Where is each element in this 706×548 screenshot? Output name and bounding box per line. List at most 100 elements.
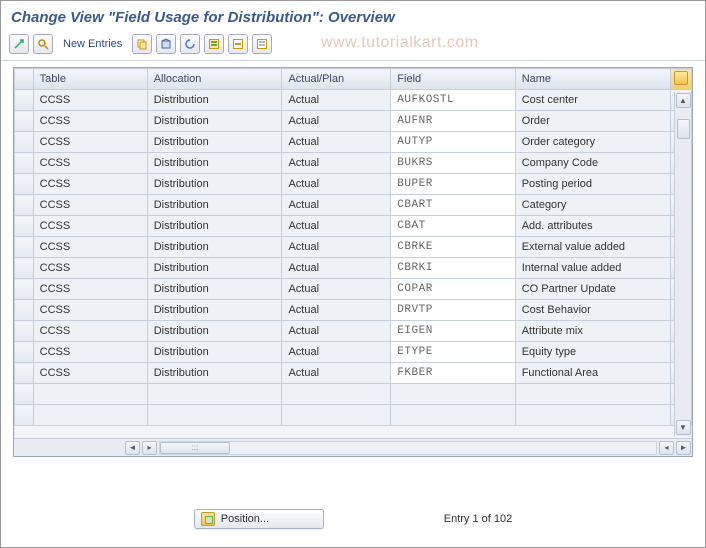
cell-empty[interactable] xyxy=(33,405,147,426)
cell-name[interactable]: Cost center xyxy=(515,90,671,111)
scroll-left-button[interactable]: ◄ xyxy=(125,441,140,455)
cell-actual-plan[interactable]: Actual xyxy=(282,342,391,363)
cell-allocation[interactable]: Distribution xyxy=(147,321,282,342)
cell-empty[interactable] xyxy=(147,405,282,426)
row-selector[interactable] xyxy=(15,195,34,216)
cell-table[interactable]: CCSS xyxy=(33,216,147,237)
cell-allocation[interactable]: Distribution xyxy=(147,279,282,300)
cell-field[interactable]: DRVTP xyxy=(391,300,515,321)
cell-field[interactable]: CBRKI xyxy=(391,258,515,279)
cell-table[interactable]: CCSS xyxy=(33,195,147,216)
cell-actual-plan[interactable]: Actual xyxy=(282,132,391,153)
cell-field[interactable]: CBAT xyxy=(391,216,515,237)
cell-name[interactable]: Equity type xyxy=(515,342,671,363)
cell-field[interactable]: FKBER xyxy=(391,363,515,384)
row-selector-header[interactable] xyxy=(15,69,34,90)
cell-name[interactable]: CO Partner Update xyxy=(515,279,671,300)
cell-field[interactable]: ETYPE xyxy=(391,342,515,363)
horizontal-scrollbar[interactable]: ◄ ▸ ::: ◂ ► xyxy=(14,438,692,456)
row-selector[interactable] xyxy=(15,279,34,300)
cell-allocation[interactable]: Distribution xyxy=(147,216,282,237)
cell-allocation[interactable]: Distribution xyxy=(147,153,282,174)
cell-table[interactable]: CCSS xyxy=(33,174,147,195)
cell-actual-plan[interactable]: Actual xyxy=(282,216,391,237)
scroll-left2-button[interactable]: ▸ xyxy=(142,441,157,455)
cell-allocation[interactable]: Distribution xyxy=(147,237,282,258)
cell-table[interactable]: CCSS xyxy=(33,90,147,111)
horizontal-scroll-track[interactable]: ::: xyxy=(159,441,657,455)
select-block-button[interactable] xyxy=(228,34,248,54)
cell-allocation[interactable]: Distribution xyxy=(147,342,282,363)
delete-button[interactable] xyxy=(156,34,176,54)
row-selector[interactable] xyxy=(15,363,34,384)
cell-field[interactable]: BUKRS xyxy=(391,153,515,174)
cell-table[interactable]: CCSS xyxy=(33,153,147,174)
cell-table[interactable]: CCSS xyxy=(33,237,147,258)
cell-name[interactable]: External value added xyxy=(515,237,671,258)
cell-field[interactable]: AUFKOSTL xyxy=(391,90,515,111)
cell-actual-plan[interactable]: Actual xyxy=(282,258,391,279)
cell-allocation[interactable]: Distribution xyxy=(147,258,282,279)
col-header-name[interactable]: Name xyxy=(515,69,671,90)
cell-empty[interactable] xyxy=(391,384,515,405)
scroll-right-button[interactable]: ► xyxy=(676,441,691,455)
row-selector[interactable] xyxy=(15,405,34,426)
new-entries-button[interactable]: New Entries xyxy=(57,38,128,50)
scroll-right2-button[interactable]: ◂ xyxy=(659,441,674,455)
cell-field[interactable]: CBRKE xyxy=(391,237,515,258)
cell-empty[interactable] xyxy=(282,405,391,426)
table-settings-button[interactable] xyxy=(671,69,692,90)
cell-allocation[interactable]: Distribution xyxy=(147,363,282,384)
horizontal-scroll-thumb[interactable]: ::: xyxy=(160,442,230,454)
cell-field[interactable]: EIGEN xyxy=(391,321,515,342)
toggle-display-change-button[interactable] xyxy=(9,34,29,54)
cell-actual-plan[interactable]: Actual xyxy=(282,321,391,342)
cell-name[interactable]: Internal value added xyxy=(515,258,671,279)
cell-allocation[interactable]: Distribution xyxy=(147,300,282,321)
row-selector[interactable] xyxy=(15,258,34,279)
row-selector[interactable] xyxy=(15,90,34,111)
cell-allocation[interactable]: Distribution xyxy=(147,111,282,132)
deselect-all-button[interactable] xyxy=(252,34,272,54)
cell-allocation[interactable]: Distribution xyxy=(147,195,282,216)
cell-actual-plan[interactable]: Actual xyxy=(282,153,391,174)
cell-name[interactable]: Cost Behavior xyxy=(515,300,671,321)
copy-as-button[interactable] xyxy=(132,34,152,54)
cell-allocation[interactable]: Distribution xyxy=(147,174,282,195)
col-header-table[interactable]: Table xyxy=(33,69,147,90)
cell-name[interactable]: Functional Area xyxy=(515,363,671,384)
col-header-actual-plan[interactable]: Actual/Plan xyxy=(282,69,391,90)
cell-actual-plan[interactable]: Actual xyxy=(282,237,391,258)
cell-name[interactable]: Posting period xyxy=(515,174,671,195)
cell-name[interactable]: Order category xyxy=(515,132,671,153)
cell-name[interactable]: Add. attributes xyxy=(515,216,671,237)
cell-table[interactable]: CCSS xyxy=(33,111,147,132)
select-all-button[interactable] xyxy=(204,34,224,54)
row-selector[interactable] xyxy=(15,132,34,153)
cell-allocation[interactable]: Distribution xyxy=(147,90,282,111)
col-header-allocation[interactable]: Allocation xyxy=(147,69,282,90)
cell-table[interactable]: CCSS xyxy=(33,342,147,363)
cell-field[interactable]: COPAR xyxy=(391,279,515,300)
cell-empty[interactable] xyxy=(515,384,671,405)
row-selector[interactable] xyxy=(15,174,34,195)
cell-table[interactable]: CCSS xyxy=(33,363,147,384)
cell-actual-plan[interactable]: Actual xyxy=(282,300,391,321)
row-selector[interactable] xyxy=(15,321,34,342)
cell-field[interactable]: BUPER xyxy=(391,174,515,195)
cell-table[interactable]: CCSS xyxy=(33,279,147,300)
find-button[interactable] xyxy=(33,34,53,54)
cell-table[interactable]: CCSS xyxy=(33,132,147,153)
scroll-up-button[interactable]: ▲ xyxy=(676,93,691,108)
cell-name[interactable]: Category xyxy=(515,195,671,216)
cell-field[interactable]: AUFNR xyxy=(391,111,515,132)
vertical-scroll-thumb[interactable] xyxy=(677,119,690,139)
row-selector[interactable] xyxy=(15,111,34,132)
row-selector[interactable] xyxy=(15,216,34,237)
row-selector[interactable] xyxy=(15,153,34,174)
col-header-field[interactable]: Field xyxy=(391,69,515,90)
cell-actual-plan[interactable]: Actual xyxy=(282,279,391,300)
cell-field[interactable]: AUTYP xyxy=(391,132,515,153)
cell-empty[interactable] xyxy=(33,384,147,405)
cell-table[interactable]: CCSS xyxy=(33,258,147,279)
